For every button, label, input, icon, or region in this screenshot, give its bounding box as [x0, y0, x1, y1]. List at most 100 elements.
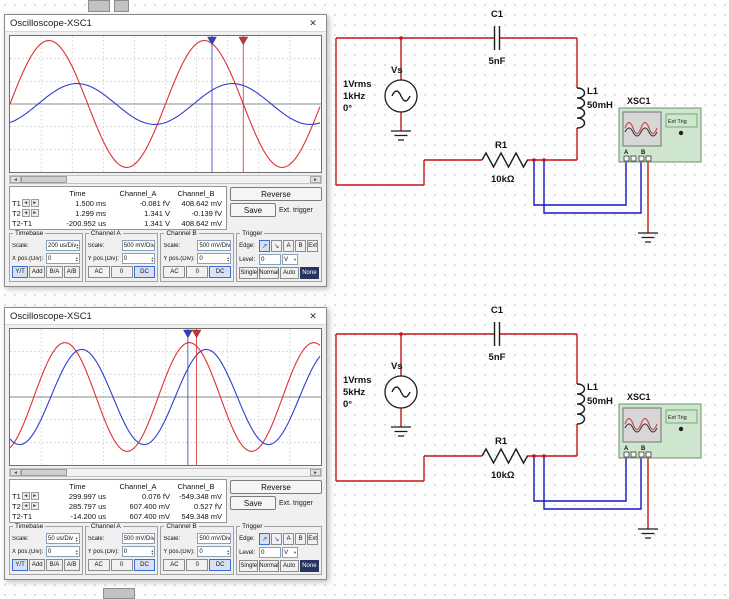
edge-rising-button[interactable]: ↗ [259, 240, 271, 252]
window-titlebar[interactable]: Oscilloscope-XSC1 ✕ [5, 15, 326, 32]
trigger-source-a-button[interactable]: A [283, 240, 295, 252]
reverse-button[interactable]: Reverse [230, 480, 322, 494]
spin-down-icon[interactable]: ▾ [230, 539, 231, 542]
spin-down-icon[interactable]: ▾ [227, 551, 229, 555]
t1-prev-icon[interactable]: ◄ [21, 199, 30, 207]
close-icon[interactable]: ✕ [305, 18, 321, 29]
scrollbar-thumb[interactable] [21, 176, 67, 183]
scrollbar-thumb[interactable] [21, 469, 67, 476]
ground-symbol[interactable] [638, 528, 658, 539]
ac-button[interactable]: AC [163, 559, 186, 571]
scrollbar-track[interactable] [67, 469, 310, 476]
capacitor-symbol[interactable] [493, 322, 501, 346]
spin-down-icon[interactable]: ▾ [151, 258, 153, 262]
display-scrollbar[interactable]: ◄ ► [9, 468, 322, 477]
level-unit-select[interactable]: V ▾ [282, 547, 299, 558]
dc-button[interactable]: DC [133, 266, 156, 278]
single-button[interactable]: Single [239, 560, 259, 572]
ba-mode-button[interactable]: B/A [46, 559, 63, 571]
channel-a-scale-input[interactable]: 500 mV/Div▴▾ [121, 240, 156, 251]
ac-source-symbol[interactable] [384, 375, 418, 409]
auto-button[interactable]: Auto [279, 560, 299, 572]
close-icon[interactable]: ✕ [305, 311, 321, 322]
ac-source-symbol[interactable] [384, 79, 418, 113]
trigger-source-b-button[interactable]: B [295, 240, 307, 252]
spin-up-icon[interactable]: ▴ [230, 243, 231, 246]
reverse-button[interactable]: Reverse [230, 187, 322, 201]
normal-button[interactable]: Normal [259, 267, 279, 279]
t1-next-icon[interactable]: ► [30, 199, 39, 207]
trigger-source-b-button[interactable]: B [295, 533, 307, 545]
spin-up-icon[interactable]: ▴ [155, 536, 156, 539]
inductor-symbol[interactable] [576, 87, 586, 129]
ac-button[interactable]: AC [87, 266, 110, 278]
none-button[interactable]: None [299, 267, 319, 279]
spin-down-icon[interactable]: ▾ [151, 551, 153, 555]
window-titlebar[interactable]: Oscilloscope-XSC1 ✕ [5, 308, 326, 325]
timebase-xpos-input[interactable]: 0 ▴ ▾ [46, 253, 80, 264]
channel-a-scale-input[interactable]: 500 mV/Div▴▾ [121, 533, 156, 544]
scroll-right-icon[interactable]: ► [310, 469, 321, 476]
oscilloscope-instrument[interactable]: Ext Trig A B [618, 107, 702, 163]
dc-button[interactable]: DC [209, 559, 232, 571]
spin-down-icon[interactable]: ▾ [76, 258, 78, 262]
normal-button[interactable]: Normal [259, 560, 279, 572]
auto-button[interactable]: Auto [279, 267, 299, 279]
edge-rising-button[interactable]: ↗ [259, 533, 271, 545]
add-mode-button[interactable]: Add [29, 559, 46, 571]
ground-symbol[interactable] [638, 232, 658, 243]
display-scrollbar[interactable]: ◄ ► [9, 175, 322, 184]
channel-b-scale-input[interactable]: 500 mV/Div▴▾ [197, 240, 232, 251]
save-button[interactable]: Save [230, 496, 276, 510]
trigger-source-a-button[interactable]: A [283, 533, 295, 545]
channel-b-ypos-input[interactable]: 0 ▴ ▾ [197, 253, 232, 264]
scrollbar-track[interactable] [67, 176, 310, 183]
ac-button[interactable]: AC [163, 266, 186, 278]
spin-down-icon[interactable]: ▾ [76, 551, 78, 555]
level-unit-select[interactable]: V ▾ [282, 254, 299, 265]
timebase-scale-input[interactable]: 50 us/Div ▴ ▾ [46, 533, 80, 544]
trigger-source-ext-button[interactable]: Ext [307, 533, 319, 545]
t2-prev-icon[interactable]: ◄ [21, 502, 30, 510]
single-button[interactable]: Single [239, 267, 259, 279]
spin-down-icon[interactable]: ▾ [227, 258, 229, 262]
channel-b-ypos-input[interactable]: 0 ▴ ▾ [197, 546, 232, 557]
save-button[interactable]: Save [230, 203, 276, 217]
t2-next-icon[interactable]: ► [30, 209, 39, 217]
ab-mode-button[interactable]: A/B [63, 559, 80, 571]
t1-prev-icon[interactable]: ◄ [21, 492, 30, 500]
zero-button[interactable]: 0 [110, 266, 133, 278]
timebase-scale-input[interactable]: 200 us/Div ▴ ▾ [46, 240, 80, 251]
spin-down-icon[interactable]: ▾ [230, 246, 231, 249]
resistor-symbol[interactable] [481, 447, 529, 465]
spin-down-icon[interactable]: ▾ [76, 538, 78, 542]
channel-a-ypos-input[interactable]: 0 ▴ ▾ [121, 253, 156, 264]
zero-button[interactable]: 0 [186, 559, 209, 571]
zero-button[interactable]: 0 [110, 559, 133, 571]
dc-button[interactable]: DC [133, 559, 156, 571]
trigger-level-input[interactable]: 0 [259, 547, 282, 558]
edge-falling-button[interactable]: ↘ [271, 533, 283, 545]
channel-b-scale-input[interactable]: 500 mV/Div▴▾ [197, 533, 232, 544]
yt-mode-button[interactable]: Y/T [12, 559, 29, 571]
channel-a-ypos-input[interactable]: 0 ▴ ▾ [121, 546, 156, 557]
yt-mode-button[interactable]: Y/T [12, 266, 29, 278]
t2-next-icon[interactable]: ► [30, 502, 39, 510]
none-button[interactable]: None [299, 560, 319, 572]
spin-down-icon[interactable]: ▾ [76, 245, 78, 249]
ac-button[interactable]: AC [87, 559, 110, 571]
ba-mode-button[interactable]: B/A [46, 266, 63, 278]
scroll-left-icon[interactable]: ◄ [10, 469, 21, 476]
oscilloscope-instrument[interactable]: Ext Trig A B [618, 403, 702, 459]
trigger-level-input[interactable]: 0 [259, 254, 282, 265]
t2-prev-icon[interactable]: ◄ [21, 209, 30, 217]
ground-symbol[interactable] [391, 130, 411, 141]
scroll-left-icon[interactable]: ◄ [10, 176, 21, 183]
ground-symbol[interactable] [391, 426, 411, 437]
zero-button[interactable]: 0 [186, 266, 209, 278]
scroll-right-icon[interactable]: ► [310, 176, 321, 183]
inductor-symbol[interactable] [576, 383, 586, 425]
trigger-source-ext-button[interactable]: Ext [307, 240, 319, 252]
t1-next-icon[interactable]: ► [30, 492, 39, 500]
add-mode-button[interactable]: Add [29, 266, 46, 278]
